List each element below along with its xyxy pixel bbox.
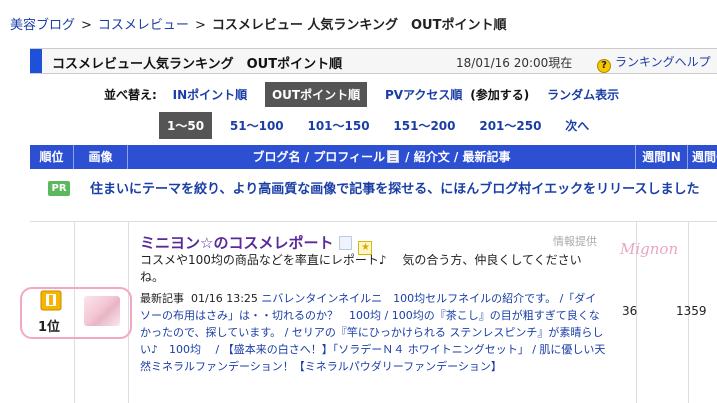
breadcrumb-current: コスメレビュー 人気ランキング OUTポイント順: [211, 18, 507, 33]
page-next[interactable]: 次へ: [565, 117, 589, 134]
sort-in-points[interactable]: INポイント順: [173, 86, 248, 103]
page-1-50[interactable]: 1〜50: [159, 112, 213, 139]
recent-articles: 最新記事 01/16 13:25 ニバレンタインネイルニ 100均セルフネイルの…: [140, 290, 606, 375]
breadcrumb: 美容ブログ > コスメレビュー > コスメレビュー 人気ランキング OUTポイント順: [10, 14, 506, 33]
ranking-timestamp: 18/01/16 20:00現在: [456, 56, 573, 70]
ranking-table-header: 順位 画像 ブログ名 / プロフィール / 紹介文 / 最新記事 週間IN 週間…: [30, 145, 717, 169]
blog-profile-icon[interactable]: [339, 236, 353, 250]
weekly-out-value: 1359: [676, 304, 707, 318]
weekly-in-value: 36: [622, 304, 638, 318]
rank-label: 1位: [38, 320, 61, 335]
page-51-100[interactable]: 51〜100: [230, 117, 284, 134]
page-151-200[interactable]: 151〜200: [393, 117, 455, 134]
ranking-help-link[interactable]: ? ランキングヘルプ: [597, 53, 711, 73]
help-icon: ?: [597, 59, 611, 73]
header-weekly-in: 週間IN: [636, 145, 688, 169]
join-link[interactable]: (参加する): [470, 86, 529, 103]
recent-date: 01/16 13:25: [191, 292, 258, 305]
header-weekly-out: 週間OUT: [692, 150, 717, 164]
header-blog-suffix: / 紹介文 / 最新記事: [401, 150, 511, 164]
sort-label: 並べ替え:: [104, 88, 157, 102]
pr-row: 住まいにテーマを絞り、より高画質な画像で記事を探せる、にほんブログ村イエックをリ…: [30, 170, 717, 222]
recent-label: 最新記事: [140, 292, 184, 305]
profile-icon: [387, 150, 399, 163]
breadcrumb-beauty-blog[interactable]: 美容ブログ: [10, 18, 75, 33]
ranking-help-label[interactable]: ランキングヘルプ: [615, 55, 711, 69]
blog-title-link[interactable]: ミニヨン☆のコスメレポート: [140, 234, 333, 252]
breadcrumb-separator: >: [81, 18, 92, 33]
page-title: コスメレビュー人気ランキング OUTポイント順: [52, 57, 343, 72]
rank-1-crown-icon: [40, 290, 62, 311]
breadcrumb-separator: >: [194, 18, 206, 33]
pagination: 1〜50 51〜100 101〜150 151〜200 201〜250 次へ: [159, 112, 609, 139]
pr-badge: PR: [48, 181, 70, 196]
mignon-logo: Mignon: [620, 240, 679, 258]
blog-description: コスメや100均の商品などを率直にレポート♪ 気の合う方、仲良くしてくださいね。: [140, 253, 582, 284]
blog-thumbnail[interactable]: [84, 296, 120, 326]
sort-random[interactable]: ランダム表示: [547, 86, 619, 103]
header-blog: ブログ名 / プロフィール / 紹介文 / 最新記事: [128, 145, 636, 169]
breadcrumb-cosme-review[interactable]: コスメレビュー: [98, 18, 189, 33]
page-101-150[interactable]: 101〜150: [307, 117, 369, 134]
header-rank: 順位: [30, 145, 74, 169]
ranking-titlebar: コスメレビュー人気ランキング OUTポイント順 18/01/16 20:00現在…: [30, 48, 717, 74]
info-provided-tag[interactable]: 情報提供: [553, 233, 597, 249]
header-image: 画像: [74, 145, 128, 169]
page-201-250[interactable]: 201〜250: [479, 117, 541, 134]
pr-link[interactable]: 住まいにテーマを絞り、より高画質な画像で記事を探せる、にほんブログ村イエックをリ…: [48, 180, 708, 199]
sort-out-points[interactable]: OUTポイント順: [264, 82, 368, 107]
sort-pv-access[interactable]: PVアクセス順: [385, 86, 462, 103]
sort-bar: 並べ替え: INポイント順 OUTポイント順 PVアクセス順 (参加する) ラン…: [104, 82, 633, 107]
title-accent-bar: [30, 49, 42, 73]
header-blog-prefix: ブログ名 / プロフィール: [252, 150, 386, 164]
